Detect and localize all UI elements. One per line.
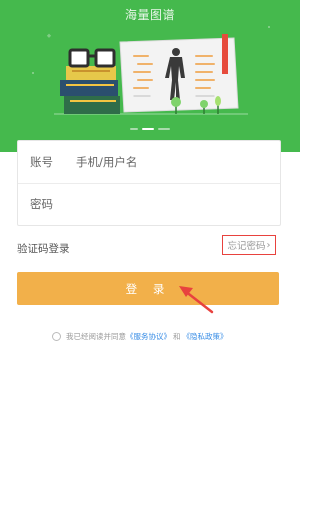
carousel-dot[interactable] — [130, 128, 138, 130]
password-input[interactable] — [74, 192, 268, 216]
agreement-conjunction: 和 — [173, 331, 181, 341]
carousel-dot[interactable] — [158, 128, 170, 130]
carousel-indicator[interactable] — [130, 128, 170, 132]
account-input[interactable] — [74, 150, 268, 174]
terms-link[interactable]: 《服务协议》 — [126, 331, 171, 342]
account-row: 账号 — [18, 141, 280, 184]
header-banner: 海量图谱 — [0, 0, 300, 152]
privacy-link[interactable]: 《隐私政策》 — [183, 331, 228, 342]
forgot-password-label: 忘记密码 — [227, 241, 266, 252]
agreement-row: 我已经阅读并同意 《服务协议》 和 《隐私政策》 — [52, 330, 228, 342]
agreement-text: 我已经阅读并同意 — [66, 331, 126, 341]
login-button[interactable]: 登 录 — [17, 272, 279, 305]
agree-radio[interactable] — [52, 331, 61, 341]
password-row: 密码 — [18, 183, 280, 225]
chevron-right-icon: › — [266, 239, 271, 251]
login-form: 账号 密码 — [17, 140, 281, 226]
carousel-dot-active[interactable] — [142, 128, 154, 130]
sms-login-link[interactable]: 验证码登录 — [17, 241, 70, 256]
forgot-password-link[interactable]: 忘记密码 › — [222, 235, 276, 255]
books-graphic — [60, 48, 120, 114]
password-label: 密码 — [30, 197, 53, 211]
account-label: 账号 — [30, 155, 53, 169]
